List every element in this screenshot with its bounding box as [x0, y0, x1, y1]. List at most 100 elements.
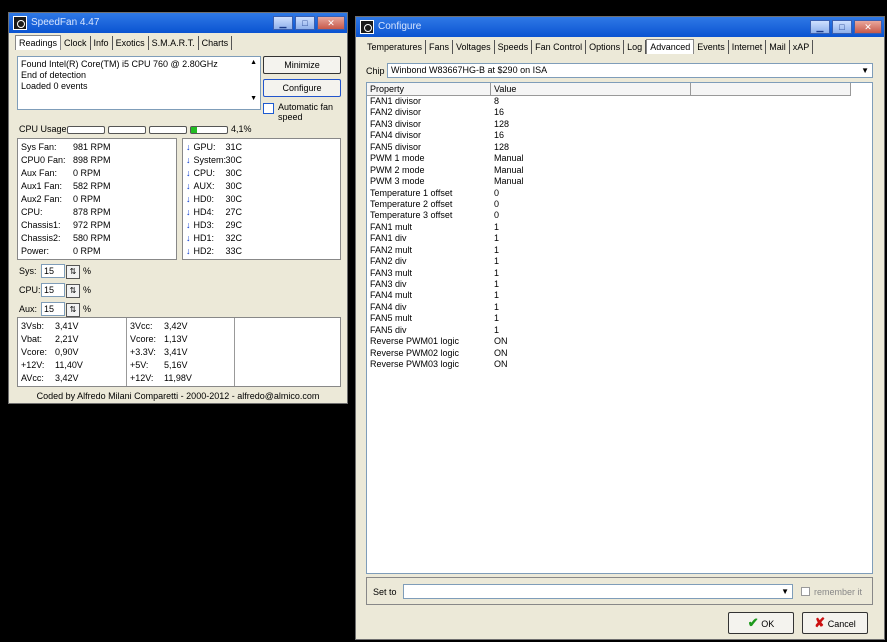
spin-arrows-icon[interactable]: ⇅ — [66, 265, 80, 279]
property-value: 1 — [494, 301, 500, 312]
property-list[interactable]: Property Value FAN1 divisor 8 FAN2 divisor… — [366, 82, 873, 574]
property-row[interactable]: FAN2 divisor 16 — [367, 107, 872, 118]
speed-input[interactable]: 15 — [41, 283, 65, 297]
tab-charts[interactable]: Charts — [199, 36, 233, 50]
speed-input[interactable]: 15 — [41, 264, 65, 278]
property-row[interactable]: PWM 2 mode Manual — [367, 165, 872, 176]
cpu-usage-value: 4,1% — [231, 124, 252, 134]
property-extra — [691, 348, 851, 359]
property-row[interactable]: PWM 3 mode Manual — [367, 176, 872, 187]
fan-label: Aux2 Fan: — [21, 194, 63, 204]
chip-select[interactable]: Winbond W83667HG-B at $290 on ISA ▼ — [387, 63, 873, 78]
column-header-property[interactable]: Property — [367, 83, 491, 96]
property-row[interactable]: Reverse PWM01 logic ON — [367, 336, 872, 347]
tab-log[interactable]: Log — [624, 40, 647, 54]
property-name: Temperature 1 offset — [370, 187, 453, 198]
tab-fan-control[interactable]: Fan Control — [532, 40, 587, 54]
cpu-usage-bar-4 — [190, 126, 228, 134]
maximize-window-icon[interactable]: □ — [832, 20, 852, 34]
property-value: Manual — [494, 153, 524, 164]
spin-arrows-icon[interactable]: ⇅ — [66, 284, 80, 298]
property-row[interactable]: PWM 1 mode Manual — [367, 153, 872, 164]
speedfan-titlebar[interactable]: SpeedFan 4.47 ▁ □ ✕ — [9, 13, 347, 33]
property-row[interactable]: FAN2 mult 1 — [367, 245, 872, 256]
voltage-label: 3Vsb: — [21, 321, 45, 331]
property-value: 1 — [494, 221, 500, 232]
tab-fans[interactable]: Fans — [426, 40, 454, 54]
property-row[interactable]: FAN4 mult 1 — [367, 290, 872, 301]
property-row[interactable]: FAN5 mult 1 — [367, 313, 872, 324]
voltage-label: +5V: — [130, 360, 149, 370]
tab-clock[interactable]: Clock — [61, 36, 91, 50]
property-row[interactable]: FAN3 divisor 128 — [367, 119, 872, 130]
property-row[interactable]: FAN2 div 1 — [367, 256, 872, 267]
detection-log[interactable]: Found Intel(R) Core(TM) i5 CPU 760 @ 2.8… — [17, 56, 261, 110]
property-value: ON — [494, 336, 508, 347]
close-window-icon[interactable]: ✕ — [854, 20, 882, 34]
ok-button[interactable]: ✔ OK — [728, 612, 794, 634]
voltage-label: +3.3V: — [130, 347, 156, 357]
maximize-window-icon[interactable]: □ — [295, 16, 315, 30]
voltage-reading: Vbat: 2,21V — [21, 333, 121, 346]
fans-list: Sys Fan: 981 RPM CPU0 Fan: 898 RPM Aux Fan: 0… — [21, 141, 173, 258]
chevron-down-icon[interactable]: ▼ — [861, 64, 869, 77]
tab-options[interactable]: Options — [586, 40, 625, 54]
property-row[interactable]: Temperature 2 offset 0 — [367, 199, 872, 210]
tab-events[interactable]: Events — [694, 40, 729, 54]
cancel-button[interactable]: ✘ Cancel — [802, 612, 868, 634]
set-to-combo[interactable]: ▼ — [403, 584, 793, 599]
minimize-window-icon[interactable]: ▁ — [273, 16, 293, 30]
property-row[interactable]: FAN3 mult 1 — [367, 268, 872, 279]
property-rows: FAN1 divisor 8 FAN2 divisor 16 FAN3 divisor 1… — [367, 96, 872, 371]
fans-panel: Sys Fan: 981 RPM CPU0 Fan: 898 RPM Aux Fan: 0… — [17, 138, 177, 260]
auto-fan-checkbox[interactable] — [263, 103, 274, 114]
tab-speeds[interactable]: Speeds — [495, 40, 533, 54]
tab-advanced[interactable]: Advanced — [646, 39, 695, 54]
property-row[interactable]: FAN1 div 1 — [367, 233, 872, 244]
property-row[interactable]: FAN5 divisor 128 — [367, 142, 872, 153]
property-row[interactable]: Temperature 1 offset 0 — [367, 188, 872, 199]
close-window-icon[interactable]: ✕ — [317, 16, 345, 30]
tab-info[interactable]: Info — [91, 36, 113, 50]
minimize-window-icon[interactable]: ▁ — [810, 20, 830, 34]
fan-reading: Aux2 Fan: 0 RPM — [21, 193, 173, 206]
fan-value: 580 RPM — [73, 233, 111, 243]
property-row[interactable]: Reverse PWM03 logic ON — [367, 359, 872, 370]
tab-mail[interactable]: Mail — [766, 40, 790, 54]
tab-voltages[interactable]: Voltages — [453, 40, 495, 54]
property-row[interactable]: FAN4 div 1 — [367, 302, 872, 313]
tab-xap[interactable]: xAP — [790, 40, 814, 54]
tab-smart[interactable]: S.M.A.R.T. — [149, 36, 199, 50]
remember-checkbox[interactable] — [801, 587, 810, 596]
temp-reading: ↓ HD3: 29C — [186, 219, 337, 232]
spin-arrows-icon[interactable]: ⇅ — [66, 303, 80, 317]
property-row[interactable]: FAN1 mult 1 — [367, 222, 872, 233]
minimize-button[interactable]: Minimize — [263, 56, 341, 74]
temp-label: AUX: — [193, 181, 215, 191]
configure-window: Configure ▁ □ ✕ Temperatures Fans Voltages… — [355, 16, 885, 640]
property-row[interactable]: FAN5 div 1 — [367, 325, 872, 336]
property-value: 1 — [494, 290, 500, 301]
tab-exotics[interactable]: Exotics — [113, 36, 149, 50]
log-line: Found Intel(R) Core(TM) i5 CPU 760 @ 2.8… — [21, 59, 218, 69]
column-header-value[interactable]: Value — [491, 83, 691, 96]
property-row[interactable]: Temperature 3 offset 0 — [367, 210, 872, 221]
property-row[interactable]: FAN4 divisor 16 — [367, 130, 872, 141]
scroll-up-icon[interactable]: ▲ — [250, 59, 257, 66]
property-row[interactable]: Reverse PWM02 logic ON — [367, 348, 872, 359]
tab-readings[interactable]: Readings — [15, 35, 62, 50]
speed-input[interactable]: 15 — [41, 302, 65, 316]
fan-value: 898 RPM — [73, 155, 111, 165]
tab-internet[interactable]: Internet — [729, 40, 767, 54]
speedfan-tabs: Readings Clock Info Exotics S.M.A.R.T. Charts — [15, 35, 233, 51]
configure-button[interactable]: Configure — [263, 79, 341, 97]
property-row[interactable]: FAN1 divisor 8 — [367, 96, 872, 107]
chevron-down-icon[interactable]: ▼ — [781, 585, 789, 598]
tab-temperatures[interactable]: Temperatures — [364, 40, 427, 54]
property-value: 8 — [494, 96, 500, 106]
fan-label: CPU: — [21, 207, 43, 217]
property-extra — [691, 188, 851, 199]
configure-titlebar[interactable]: Configure ▁ □ ✕ — [356, 17, 884, 37]
property-row[interactable]: FAN3 div 1 — [367, 279, 872, 290]
scroll-down-icon[interactable]: ▼ — [250, 95, 257, 102]
